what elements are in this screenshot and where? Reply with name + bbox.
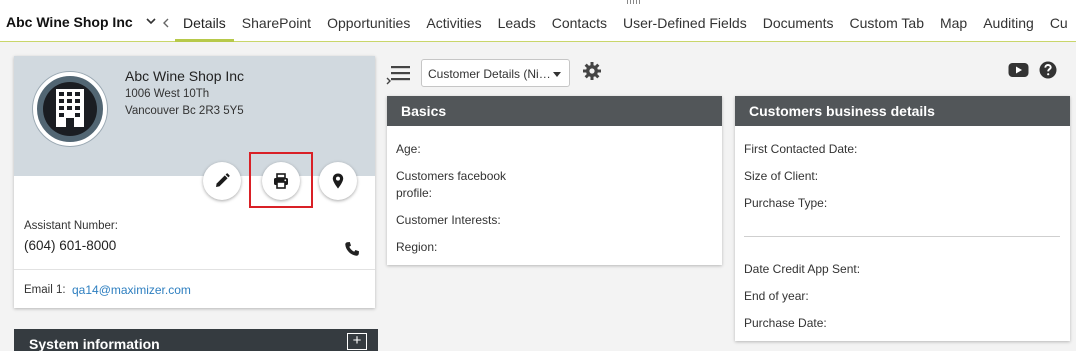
field-age: Age: [396, 142, 421, 156]
system-information-panel: System information + [14, 329, 378, 351]
tab-leads[interactable]: Leads [490, 0, 544, 42]
assistant-number-label: Assistant Number: [24, 220, 118, 232]
company-title: Abc Wine Shop Inc [6, 14, 133, 30]
caret-down-icon [553, 72, 561, 77]
card-divider [14, 269, 375, 270]
field-customer-interests: Customer Interests: [396, 213, 501, 227]
address-line-1: 1006 West 10Th [125, 88, 210, 100]
basics-panel: Basics Age: Customers facebook profile: … [387, 96, 722, 265]
tab-custom-tab[interactable]: Custom Tab [842, 0, 932, 42]
field-first-contacted-date: First Contacted Date: [744, 142, 858, 156]
view-select-value: Customer Details (Ni… [428, 67, 551, 81]
tab-details[interactable]: Details [175, 0, 234, 42]
tab-auditing[interactable]: Auditing [975, 0, 1042, 42]
contact-card: Abc Wine Shop Inc 1006 West 10Th Vancouv… [14, 56, 375, 308]
tab-bar: Details SharePoint Opportunities Activit… [175, 0, 1076, 42]
help-icon[interactable] [1039, 61, 1057, 79]
avatar [33, 72, 107, 146]
assistant-number-value: (604) 601-8000 [24, 238, 117, 253]
print-highlight-box [249, 152, 313, 208]
field-facebook-profile-line1: Customers facebook [396, 169, 507, 183]
basics-panel-title: Basics [387, 96, 722, 126]
phone-icon[interactable] [344, 241, 360, 257]
tab-map[interactable]: Map [932, 0, 975, 42]
contact-card-header: Abc Wine Shop Inc 1006 West 10Th Vancouv… [14, 56, 375, 176]
field-end-of-year: End of year: [744, 289, 809, 303]
field-facebook-profile-line2: profile: [396, 186, 433, 200]
expand-button[interactable]: + [347, 333, 367, 350]
business-details-panel-title: Customers business details [735, 96, 1070, 126]
top-bar: Abc Wine Shop Inc Details SharePoint Opp… [0, 0, 1076, 42]
field-purchase-date: Purchase Date: [744, 316, 827, 330]
tab-opportunities[interactable]: Opportunities [319, 0, 418, 42]
tab-contacts[interactable]: Contacts [544, 0, 615, 42]
gear-icon[interactable] [582, 61, 602, 81]
contact-name: Abc Wine Shop Inc [125, 68, 245, 84]
tab-activities[interactable]: Activities [418, 0, 489, 42]
field-purchase-type: Purchase Type: [744, 196, 828, 210]
tab-documents[interactable]: Documents [755, 0, 842, 42]
map-location-button[interactable] [319, 162, 357, 200]
chevron-left-icon[interactable] [162, 18, 170, 28]
email-link[interactable]: qa14@maximizer.com [72, 283, 191, 297]
system-information-title: System information [29, 336, 160, 351]
field-size-of-client: Size of Client: [744, 169, 819, 183]
chevron-down-icon[interactable] [145, 15, 157, 27]
building-icon [56, 89, 84, 127]
youtube-icon[interactable] [1008, 62, 1029, 78]
tab-sharepoint[interactable]: SharePoint [234, 0, 319, 42]
map-pin-icon [332, 173, 344, 189]
tab-user-defined-fields[interactable]: User-Defined Fields [615, 0, 755, 42]
tab-overflow[interactable]: Cu [1042, 0, 1076, 42]
business-details-panel: Customers business details First Contact… [735, 96, 1070, 341]
section-divider [744, 236, 1060, 237]
field-region: Region: [396, 240, 438, 254]
view-select[interactable]: Customer Details (Ni… [421, 59, 570, 87]
edit-button[interactable] [203, 162, 241, 200]
address-line-2: Vancouver Bc 2R3 5Y5 [125, 105, 244, 117]
email-label: Email 1: [24, 284, 66, 296]
list-menu-icon[interactable] [386, 63, 412, 85]
edit-icon [216, 173, 230, 187]
field-date-credit-app-sent: Date Credit App Sent: [744, 262, 861, 276]
